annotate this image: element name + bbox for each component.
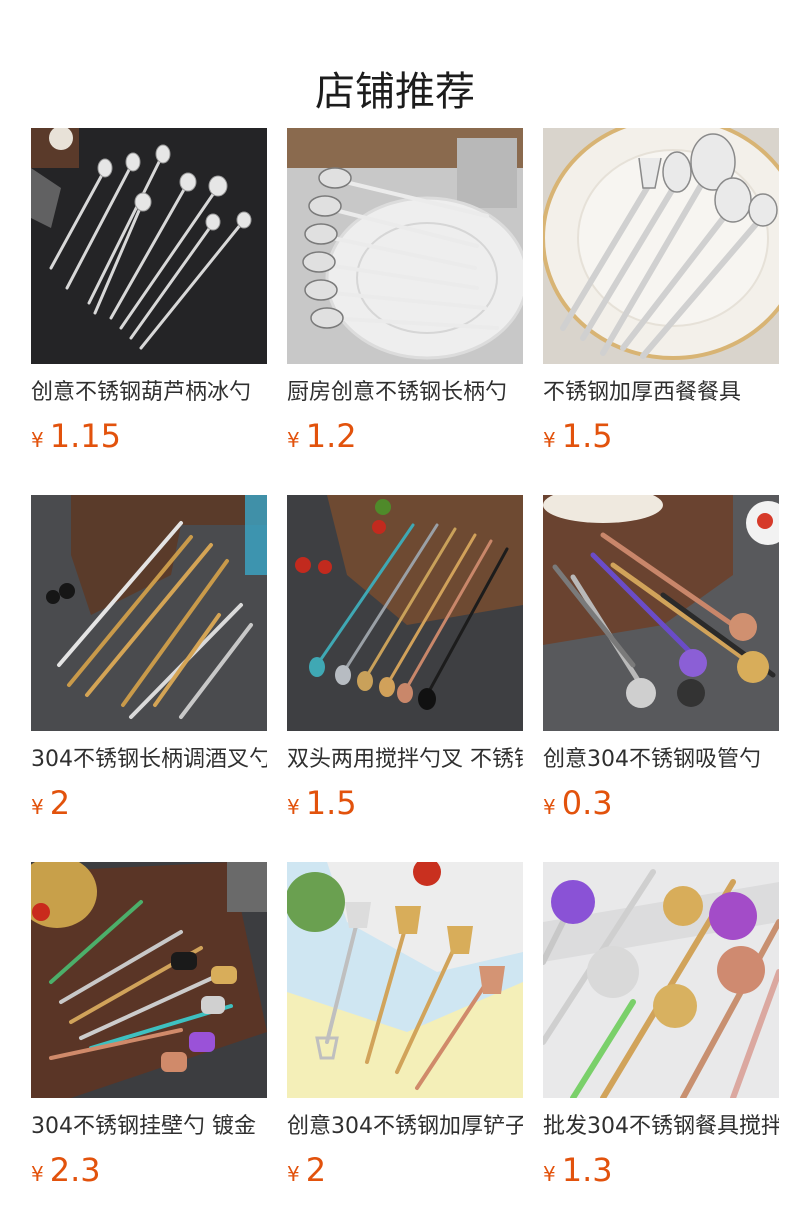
product-name[interactable]: 304不锈钢挂壁勺 镀金 bbox=[31, 1112, 267, 1142]
product-name[interactable]: 创意304不锈钢加厚铲子勺 bbox=[287, 1112, 523, 1142]
product-price: ¥2.3 bbox=[31, 1150, 267, 1190]
currency-symbol: ¥ bbox=[543, 428, 556, 452]
product-image[interactable] bbox=[31, 495, 267, 731]
product-image[interactable] bbox=[31, 128, 267, 364]
product-image[interactable] bbox=[543, 128, 779, 364]
price-amount: 1.2 bbox=[305, 417, 357, 455]
currency-symbol: ¥ bbox=[543, 795, 556, 819]
product-image[interactable] bbox=[543, 495, 779, 731]
product-image[interactable] bbox=[287, 495, 523, 731]
product-name[interactable]: 创意不锈钢葫芦柄冰勺 bbox=[31, 378, 267, 408]
shop-recommendation-page: 店铺推荐 创意不锈钢葫芦柄冰勺 ¥ 1.15 厨房创意不锈钢长柄勺 ¥ 1.2 … bbox=[0, 0, 790, 1230]
currency-symbol: ¥ bbox=[543, 1162, 556, 1186]
currency-symbol: ¥ bbox=[31, 428, 44, 452]
product-price: ¥1.2 bbox=[287, 416, 523, 456]
currency-symbol: ¥ bbox=[287, 428, 300, 452]
product-grid: 创意不锈钢葫芦柄冰勺 ¥1.15 厨房创意不锈钢长柄勺 ¥ 1.2 不锈钢加厚西… bbox=[31, 128, 779, 1229]
product-price: ¥1.5 bbox=[543, 416, 779, 456]
price-amount: 0.3 bbox=[561, 784, 613, 822]
product-price: ¥2 bbox=[31, 783, 267, 823]
product-price: ¥0.3 bbox=[543, 783, 779, 823]
product-card[interactable]: 厨房创意不锈钢长柄勺 ¥1.2 bbox=[287, 128, 523, 495]
currency-symbol: ¥ bbox=[287, 795, 300, 819]
product-card[interactable]: 创意304不锈钢吸管勺 ¥0.3 bbox=[543, 495, 779, 862]
product-price: ¥2 bbox=[287, 1150, 523, 1190]
price-amount: 1.15 bbox=[49, 417, 121, 455]
product-image[interactable] bbox=[31, 862, 267, 1098]
product-card[interactable]: 304不锈钢长柄调酒叉勺 ¥2 bbox=[31, 495, 267, 862]
currency-symbol: ¥ bbox=[31, 1162, 44, 1186]
product-name[interactable]: 批发304不锈钢餐具搅拌勺 bbox=[543, 1112, 779, 1142]
product-name[interactable]: 厨房创意不锈钢长柄勺 bbox=[287, 378, 523, 408]
price-amount: 2 bbox=[305, 1151, 327, 1189]
product-card[interactable]: 创意304不锈钢加厚铲子勺 ¥2 bbox=[287, 862, 523, 1229]
product-image[interactable] bbox=[287, 862, 523, 1098]
currency-symbol: ¥ bbox=[31, 795, 44, 819]
currency-symbol: ¥ bbox=[287, 1162, 300, 1186]
product-card[interactable]: 创意不锈钢葫芦柄冰勺 ¥1.15 bbox=[31, 128, 267, 495]
price-amount: 2 bbox=[49, 784, 71, 822]
product-name[interactable]: 双头两用搅拌勺叉 不锈钢 bbox=[287, 745, 523, 775]
product-name[interactable]: 创意304不锈钢吸管勺 bbox=[543, 745, 779, 775]
page-title: 店铺推荐 bbox=[315, 68, 475, 115]
price-amount: 2.3 bbox=[49, 1151, 101, 1189]
price-amount: 1.5 bbox=[305, 784, 357, 822]
price-amount: 1.3 bbox=[561, 1151, 613, 1189]
product-image[interactable] bbox=[543, 862, 779, 1098]
product-price: ¥1.3 bbox=[543, 1150, 779, 1190]
product-card[interactable]: 304不锈钢挂壁勺 镀金 ¥2.3 bbox=[31, 862, 267, 1229]
product-card[interactable]: 不锈钢加厚西餐餐具 ¥1.5 bbox=[543, 128, 779, 495]
product-name[interactable]: 304不锈钢长柄调酒叉勺 bbox=[31, 745, 267, 775]
product-card[interactable]: 双头两用搅拌勺叉 不锈钢 ¥1.5 bbox=[287, 495, 523, 862]
product-image[interactable] bbox=[287, 128, 523, 364]
product-price: ¥1.15 bbox=[31, 416, 267, 456]
product-name[interactable]: 不锈钢加厚西餐餐具 bbox=[543, 378, 779, 408]
product-card[interactable]: 批发304不锈钢餐具搅拌勺 ¥1.3 bbox=[543, 862, 779, 1229]
product-price: ¥1.5 bbox=[287, 783, 523, 823]
price-amount: 1.5 bbox=[561, 417, 613, 455]
